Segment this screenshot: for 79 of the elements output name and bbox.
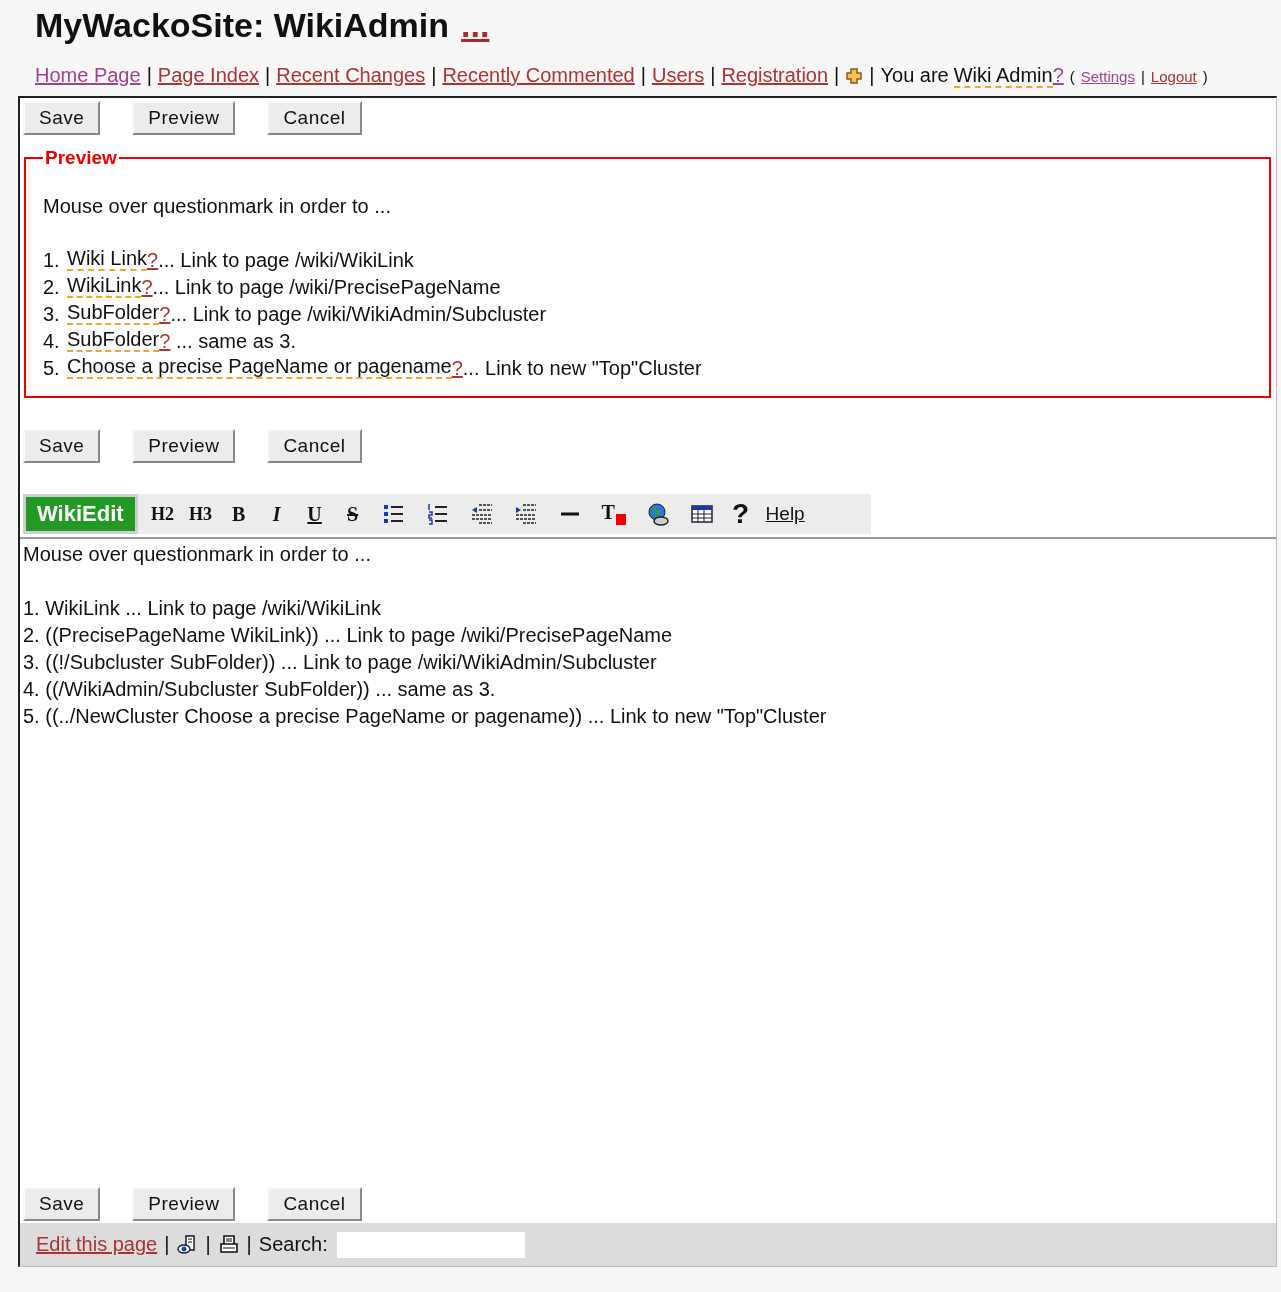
create-page-link[interactable]: ? <box>141 274 153 301</box>
nav-link[interactable]: Recently Commented <box>442 64 635 87</box>
outdent-icon[interactable] <box>469 502 494 526</box>
form-button[interactable]: Cancel <box>267 101 362 135</box>
printer-icon[interactable] <box>217 1233 240 1256</box>
form-button[interactable]: Save <box>23 429 101 463</box>
user-link[interactable]: Logout <box>1150 68 1197 85</box>
nav-link[interactable]: Recent Changes <box>276 64 426 87</box>
numbered-list-icon[interactable] <box>425 502 450 526</box>
create-page-link[interactable]: ? <box>159 301 171 328</box>
separator: | <box>834 64 840 87</box>
separator: | <box>869 64 875 87</box>
preview-intro: Mouse over questionmark in order to ... <box>43 194 392 219</box>
form-button[interactable]: Save <box>23 1187 101 1221</box>
nav-link[interactable]: Registration <box>721 64 829 87</box>
separator: | <box>146 64 152 87</box>
nav-link[interactable]: Users <box>651 64 705 87</box>
help-link[interactable]: Help <box>765 503 805 525</box>
separator: | <box>431 64 437 87</box>
page-name: SubFolder <box>67 301 160 325</box>
nav-link[interactable]: Page Index <box>157 64 260 87</box>
heading-button[interactable]: H3 <box>183 503 218 525</box>
plus-icon[interactable] <box>845 67 864 85</box>
page-name: WikiLink <box>67 274 142 298</box>
separator: | <box>246 1233 252 1256</box>
nav-link[interactable]: Home Page <box>35 64 141 87</box>
page-title: MyWackoSite: WikiAdmin <box>35 6 450 45</box>
link-description: ... Link to page /wiki/WikiLink <box>158 248 414 273</box>
separator: | <box>1140 68 1145 85</box>
text-color-button[interactable]: T <box>601 502 626 526</box>
create-page-link[interactable]: ? <box>451 355 463 382</box>
page-name: Choose a precise PageName or pagename <box>67 355 452 379</box>
list-number: 4. <box>43 329 61 354</box>
separator: | <box>205 1233 211 1256</box>
user-label: You are <box>880 64 949 87</box>
page-name: Wiki Link <box>67 247 147 271</box>
create-page-link[interactable]: ? <box>159 328 171 355</box>
underline-button[interactable]: U <box>297 502 332 526</box>
list-number: 2. <box>43 275 61 300</box>
link-description: ... same as 3. <box>174 329 296 354</box>
italic-button[interactable]: I <box>259 502 294 526</box>
form-button[interactable]: Preview <box>132 429 236 463</box>
indent-icon[interactable] <box>513 502 538 526</box>
form-button[interactable]: Preview <box>132 101 236 135</box>
editor-logo: WikiEdit <box>23 494 138 534</box>
separator: | <box>640 64 646 87</box>
preview-legend: Preview <box>43 144 119 171</box>
more-link[interactable]: ... <box>461 6 490 45</box>
create-page-link[interactable]: ? <box>147 247 159 274</box>
link-description: ... Link to page /wiki/WikiAdmin/Subcluster <box>170 302 547 327</box>
bullet-list-icon[interactable] <box>381 502 406 526</box>
user-link[interactable]: Settings <box>1080 68 1135 85</box>
list-number: 3. <box>43 302 61 327</box>
create-page-link[interactable]: ? <box>1052 64 1064 87</box>
separator: | <box>265 64 271 87</box>
form-button[interactable]: Preview <box>132 1187 236 1221</box>
link-description: ... Link to new "Top"Cluster <box>462 356 702 381</box>
list-number: 5. <box>43 356 61 381</box>
page-name: SubFolder <box>67 328 160 352</box>
form-button[interactable]: Cancel <box>267 1187 362 1221</box>
heading-button[interactable]: H2 <box>145 503 180 525</box>
separator: | <box>164 1233 170 1256</box>
form-button[interactable]: Cancel <box>267 429 362 463</box>
separator: | <box>710 64 716 87</box>
question-button[interactable]: ? <box>725 498 756 530</box>
user-name: Wiki Admin <box>953 64 1053 88</box>
edit-form[interactable] <box>18 96 1277 1267</box>
parenthesis: ( <box>1069 68 1075 85</box>
search-label: Search: <box>258 1233 328 1256</box>
list-number: 1. <box>43 248 61 273</box>
table-icon[interactable] <box>689 502 714 526</box>
bold-button[interactable]: B <box>221 502 256 526</box>
parenthesis: ) <box>1202 68 1208 85</box>
form-button[interactable]: Save <box>23 101 101 135</box>
strikethrough-button[interactable]: S <box>335 502 370 526</box>
edit-page-link[interactable]: Edit this page <box>36 1233 158 1256</box>
search-field[interactable] <box>336 1231 525 1258</box>
globe-icon[interactable] <box>645 502 670 526</box>
link-description: ... Link to page /wiki/PrecisePageName <box>152 275 501 300</box>
